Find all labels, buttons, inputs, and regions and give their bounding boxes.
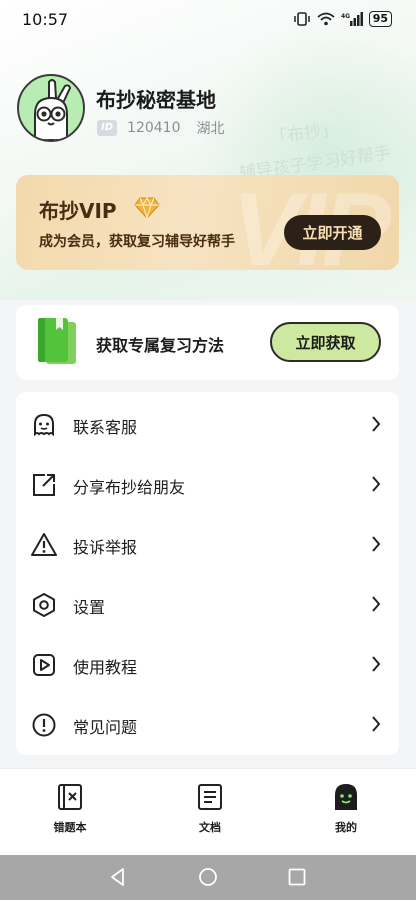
profile-face-icon <box>335 784 357 810</box>
status-icons: 4G 95 <box>293 11 392 27</box>
chevron-right-icon <box>372 596 381 612</box>
video-tutorial-icon <box>33 654 55 676</box>
menu-item-tutorial[interactable]: 使用教程 <box>16 634 399 694</box>
menu-label: 投诉举报 <box>73 538 138 557</box>
menu-label: 联系客服 <box>73 418 138 437</box>
nav-label: 文档 <box>199 821 221 834</box>
id-badge: ID <box>97 120 118 136</box>
vip-title: 布抄VIP <box>39 199 117 223</box>
menu-item-settings[interactable]: 设置 <box>16 574 399 634</box>
profile-region: 湖北 <box>196 121 225 137</box>
chevron-right-icon <box>372 716 381 732</box>
faq-icon <box>32 713 56 737</box>
chevron-right-icon <box>372 416 381 432</box>
nav-tab-wrong-questions[interactable]: 错题本 <box>30 783 110 835</box>
nav-label: 错题本 <box>53 821 87 834</box>
menu-label: 使用教程 <box>73 658 138 677</box>
network-label: 4G <box>341 13 350 20</box>
menu-item-report[interactable]: 投诉举报 <box>16 514 399 574</box>
vibrate-icon <box>293 12 310 26</box>
signal-icon: 4G <box>341 12 363 26</box>
wifi-icon <box>317 12 335 26</box>
green-book-icon <box>38 318 76 364</box>
review-method-text: 获取专属复习方法 <box>96 336 225 355</box>
status-bar: 10:57 4G 95 <box>0 0 416 40</box>
bottom-nav: 错题本 文档 我的 <box>0 768 416 855</box>
profile-id: 120410 <box>127 120 181 136</box>
status-time: 10:57 <box>22 10 69 29</box>
menu-label: 常见问题 <box>73 718 138 737</box>
nav-tab-documents[interactable]: 文档 <box>170 783 250 835</box>
warning-icon <box>31 533 57 556</box>
menu-label: 设置 <box>73 598 106 617</box>
battery-indicator: 95 <box>368 11 392 27</box>
chevron-right-icon <box>372 476 381 492</box>
review-method-card[interactable]: 获取专属复习方法 立即获取 <box>16 305 399 380</box>
menu-item-faq[interactable]: 常见问题 <box>16 694 399 754</box>
diamond-icon <box>134 197 160 219</box>
recent-apps-icon[interactable] <box>287 867 307 887</box>
get-now-button[interactable]: 立即获取 <box>270 322 381 362</box>
profile-meta: ID 120410 湖北 <box>97 118 224 138</box>
document-icon <box>198 784 222 810</box>
chevron-right-icon <box>372 656 381 672</box>
nav-label: 我的 <box>335 821 357 834</box>
back-icon[interactable] <box>108 867 128 887</box>
profile-name: 布抄秘密基地 <box>96 88 216 112</box>
customer-service-icon <box>34 413 54 437</box>
settings-icon <box>33 593 55 617</box>
vip-banner[interactable]: VIP 布抄VIP 成为会员，获取复习辅导好帮手 立即开通 <box>16 175 399 270</box>
home-icon[interactable] <box>198 867 218 887</box>
nav-tab-mine[interactable]: 我的 <box>306 783 386 835</box>
rabbit-avatar-icon <box>34 79 72 140</box>
system-navigation-bar <box>0 855 416 900</box>
menu-label: 分享布抄给朋友 <box>73 478 186 497</box>
chevron-right-icon <box>372 536 381 552</box>
share-icon <box>33 474 55 496</box>
vip-open-button[interactable]: 立即开通 <box>284 215 381 250</box>
menu-list: 联系客服 分享布抄给朋友 投诉举报 设置 使用教程 常见问题 <box>16 392 399 755</box>
vip-subtitle: 成为会员，获取复习辅导好帮手 <box>39 234 235 250</box>
menu-item-share[interactable]: 分享布抄给朋友 <box>16 454 399 514</box>
avatar[interactable] <box>17 74 85 142</box>
menu-item-customer-service[interactable]: 联系客服 <box>16 394 399 454</box>
wrong-questions-icon <box>58 784 82 810</box>
